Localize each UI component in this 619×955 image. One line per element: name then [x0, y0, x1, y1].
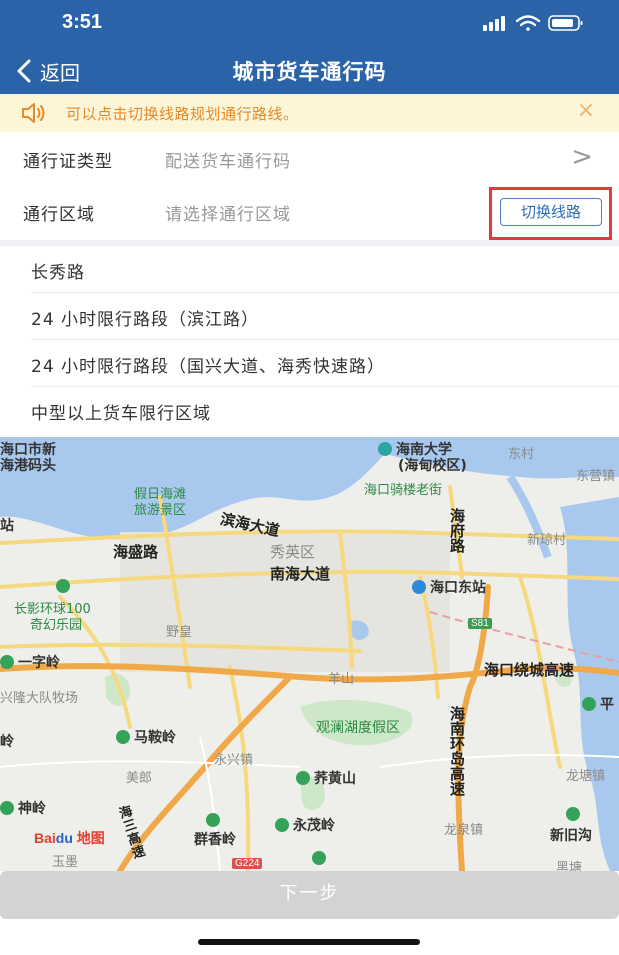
map-label-qilou: 海口骑楼老街	[364, 483, 443, 498]
route-label: 长秀路	[31, 263, 85, 283]
switch-route-button[interactable]: 切换线路	[500, 198, 602, 226]
map-canvas	[0, 437, 619, 871]
mountain-icon	[566, 807, 580, 821]
map-label-changying-2: 奇幻乐园	[30, 618, 83, 633]
map-label-yehuang: 野皇	[166, 625, 193, 640]
app-header: 3:51 返回 城市货车通行码	[0, 0, 619, 94]
map-label-meilang: 美郎	[126, 771, 153, 786]
map-label-huannan-expressway: 海南环岛高速	[450, 705, 466, 798]
map-label-hainan-univ-campus: (海甸校区)	[398, 458, 467, 474]
park-icon	[56, 579, 70, 593]
map-label-port-2: 海港码头	[0, 458, 56, 474]
university-icon	[378, 442, 392, 456]
permit-type-value: 配送货车通行码	[165, 152, 291, 172]
map-poi-bottom-icon	[312, 851, 330, 867]
map-poi-dongzhan: 海口东站	[412, 577, 486, 597]
mountain-icon	[0, 801, 14, 815]
next-step-button[interactable]: 下一步	[0, 871, 619, 919]
route-label: 中型以上货车限行区域	[31, 404, 211, 424]
area-label: 通行区域	[23, 205, 95, 225]
battery-icon	[548, 15, 583, 31]
mountain-icon	[582, 697, 596, 711]
map-label-yuxia: 玉墨	[52, 855, 79, 870]
status-time: 3:51	[62, 11, 103, 33]
mountain-icon	[116, 730, 130, 744]
home-indicator	[198, 939, 420, 945]
close-icon[interactable]: ×	[577, 98, 595, 123]
map-label-dongcun: 东村	[508, 447, 535, 462]
route-label: 24 小时限行路段（滨江路）	[31, 310, 260, 330]
map-poi-maanling: 马鞍岭	[116, 727, 176, 747]
road-shield-s81: S81	[468, 618, 492, 629]
mountain-icon	[296, 771, 310, 785]
map-poi-park-icon	[56, 579, 74, 595]
signal-icon	[483, 16, 505, 31]
mountain-icon	[0, 655, 14, 669]
map-label-qunxiangling: 群香岭	[194, 832, 236, 848]
route-item-changxiu[interactable]: 长秀路	[0, 246, 619, 293]
map-label-haisheng: 海盛路	[113, 543, 159, 561]
wifi-icon	[515, 15, 541, 31]
map-label-jiari-2: 旅游景区	[134, 503, 187, 518]
map-label-longtang: 龙塘镇	[566, 769, 606, 784]
map-label-dongying: 东营镇	[576, 469, 616, 484]
back-button[interactable]: 返回	[16, 56, 80, 86]
map-poi-yiziling: 一字岭	[0, 652, 60, 672]
status-icons	[477, 13, 587, 33]
map-label-heitang: 黑塘	[556, 861, 583, 871]
map-label-xinglong: 兴隆大队牧场	[0, 691, 79, 706]
map-poi-shenling: 神岭	[0, 798, 46, 818]
map-view[interactable]: 海口市新 海港码头 海南大学 (海甸校区) 东村 东营镇 假日海滩 旅游景区 海…	[0, 437, 619, 871]
permit-type-label: 通行证类型	[23, 152, 113, 172]
permit-type-row[interactable]: 通行证类型 配送货车通行码 >	[0, 132, 619, 186]
map-label-zhan: 站	[0, 518, 14, 534]
map-label-ling: 岭	[0, 734, 14, 750]
map-label-xiuying: 秀英区	[270, 543, 316, 561]
map-poi-ping: 平	[582, 694, 614, 714]
map-poi-yongmaoling: 永茂岭	[275, 815, 335, 835]
baidu-map-logo: Baidu 地图	[34, 830, 105, 846]
chevron-left-icon	[17, 59, 31, 83]
page-title: 城市货车通行码	[232, 60, 387, 84]
route-label: 24 小时限行路段（国兴大道、海秀快速路）	[31, 357, 386, 377]
map-label-xinqiongcun: 新琼村	[527, 533, 567, 548]
notice-bar: 可以点击切换线路规划通行路线。 ×	[0, 94, 619, 132]
area-placeholder: 请选择通行区域	[165, 205, 291, 225]
speaker-icon	[20, 102, 48, 128]
route-item-guoxing[interactable]: 24 小时限行路段（国兴大道、海秀快速路）	[0, 340, 619, 387]
map-poi-qunxiangling-icon	[206, 813, 224, 829]
map-label-longquan: 龙泉镇	[444, 823, 484, 838]
mountain-icon	[275, 818, 289, 832]
route-item-truck-zone[interactable]: 中型以上货车限行区域	[0, 387, 619, 434]
notice-text: 可以点击切换线路规划通行路线。	[66, 105, 299, 123]
map-label-nanhai: 南海大道	[270, 565, 331, 583]
map-label-yangshan: 羊山	[328, 672, 355, 687]
map-label-xinjiugou: 新旧沟	[550, 828, 592, 844]
train-station-icon	[412, 580, 426, 594]
map-label-yongxing: 永兴镇	[214, 753, 254, 768]
mountain-icon	[206, 813, 220, 827]
back-label: 返回	[40, 60, 80, 85]
road-shield-g224: G224	[232, 858, 263, 869]
route-item-binjiang[interactable]: 24 小时限行路段（滨江路）	[0, 293, 619, 340]
map-label-guanlan: 观澜湖度假区	[316, 720, 400, 736]
map-label-ring-expressway: 海口绕城高速	[484, 661, 575, 679]
map-poi-qihuangshan: 荞黄山	[296, 768, 356, 788]
map-label-haifu: 海府路	[450, 507, 466, 555]
chevron-right-icon: >	[571, 142, 593, 172]
mountain-icon	[312, 851, 326, 865]
map-poi-xinjiugou-icon	[566, 807, 584, 823]
